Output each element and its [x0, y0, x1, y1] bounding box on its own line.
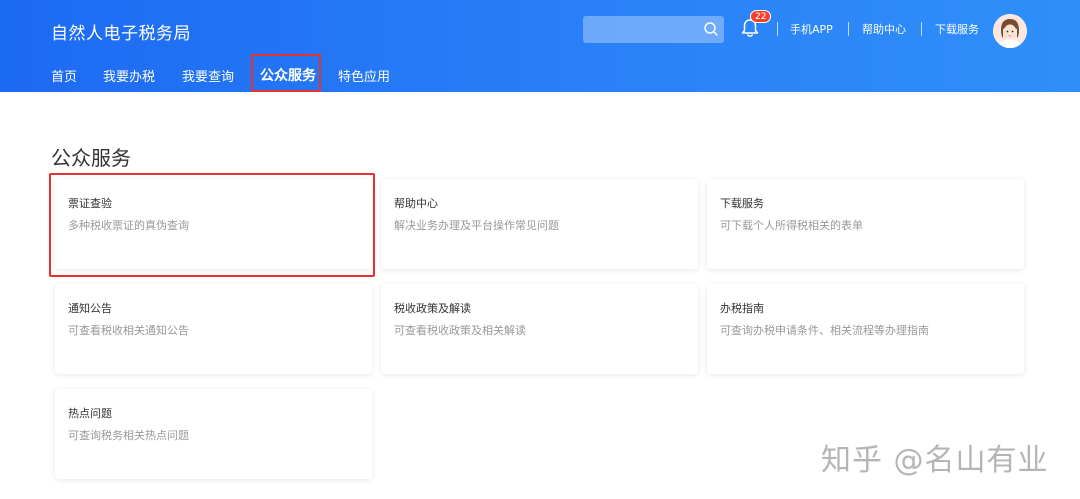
- card-title: 通知公告: [68, 302, 112, 315]
- user-avatar-icon: [993, 14, 1027, 48]
- card-help-center[interactable]: 帮助中心 解决业务办理及平台操作常见问题: [381, 179, 698, 269]
- search-input[interactable]: [589, 20, 694, 39]
- card-tax-guide[interactable]: 办税指南 可查询办税申请条件、相关流程等办理指南: [707, 284, 1024, 374]
- nav-highlight-box: [251, 54, 321, 92]
- card-desc: 解决业务办理及平台操作常见问题: [394, 219, 559, 232]
- card-desc: 可查看税收政策及相关解读: [394, 324, 526, 337]
- nav-query[interactable]: 我要查询: [182, 66, 234, 85]
- card-hot-questions[interactable]: 热点问题 可查询税务相关热点问题: [55, 389, 372, 479]
- search-box[interactable]: [583, 16, 724, 43]
- card-highlight-box: [49, 173, 375, 277]
- card-desc: 可查看税收相关通知公告: [68, 324, 189, 337]
- notification-badge: 22: [750, 10, 772, 23]
- card-desc: 可查询办税申请条件、相关流程等办理指南: [720, 324, 929, 337]
- card-download-service[interactable]: 下载服务 可下载个人所得税相关的表单: [707, 179, 1024, 269]
- card-title: 办税指南: [720, 302, 764, 315]
- nav-tax-handling[interactable]: 我要办税: [103, 66, 155, 85]
- card-desc: 可查询税务相关热点问题: [68, 429, 189, 442]
- download-service-link[interactable]: 下载服务: [935, 21, 979, 37]
- separator: [848, 22, 849, 36]
- page-title: 公众服务: [51, 146, 131, 170]
- top-header: 自然人电子税务局 22 手机APP 帮助中心 下载服务 首页 我要办税 我要查询…: [0, 0, 1080, 92]
- separator: [921, 22, 922, 36]
- card-title: 税收政策及解读: [394, 302, 471, 315]
- search-icon[interactable]: [703, 21, 719, 37]
- card-tax-policy[interactable]: 税收政策及解读 可查看税收政策及相关解读: [381, 284, 698, 374]
- nav-featured-apps[interactable]: 特色应用: [338, 66, 390, 85]
- card-title: 下载服务: [720, 197, 764, 210]
- card-title: 热点问题: [68, 407, 112, 420]
- nav-home[interactable]: 首页: [51, 66, 77, 85]
- separator: [777, 22, 778, 36]
- card-title: 帮助中心: [394, 197, 438, 210]
- card-notices[interactable]: 通知公告 可查看税收相关通知公告: [55, 284, 372, 374]
- card-desc: 可下载个人所得税相关的表单: [720, 219, 863, 232]
- site-title[interactable]: 自然人电子税务局: [51, 19, 191, 44]
- watermark: 知乎 @名山有业: [821, 443, 1049, 478]
- avatar[interactable]: [993, 14, 1027, 48]
- help-center-link[interactable]: 帮助中心: [862, 21, 906, 37]
- mobile-app-link[interactable]: 手机APP: [790, 21, 833, 37]
